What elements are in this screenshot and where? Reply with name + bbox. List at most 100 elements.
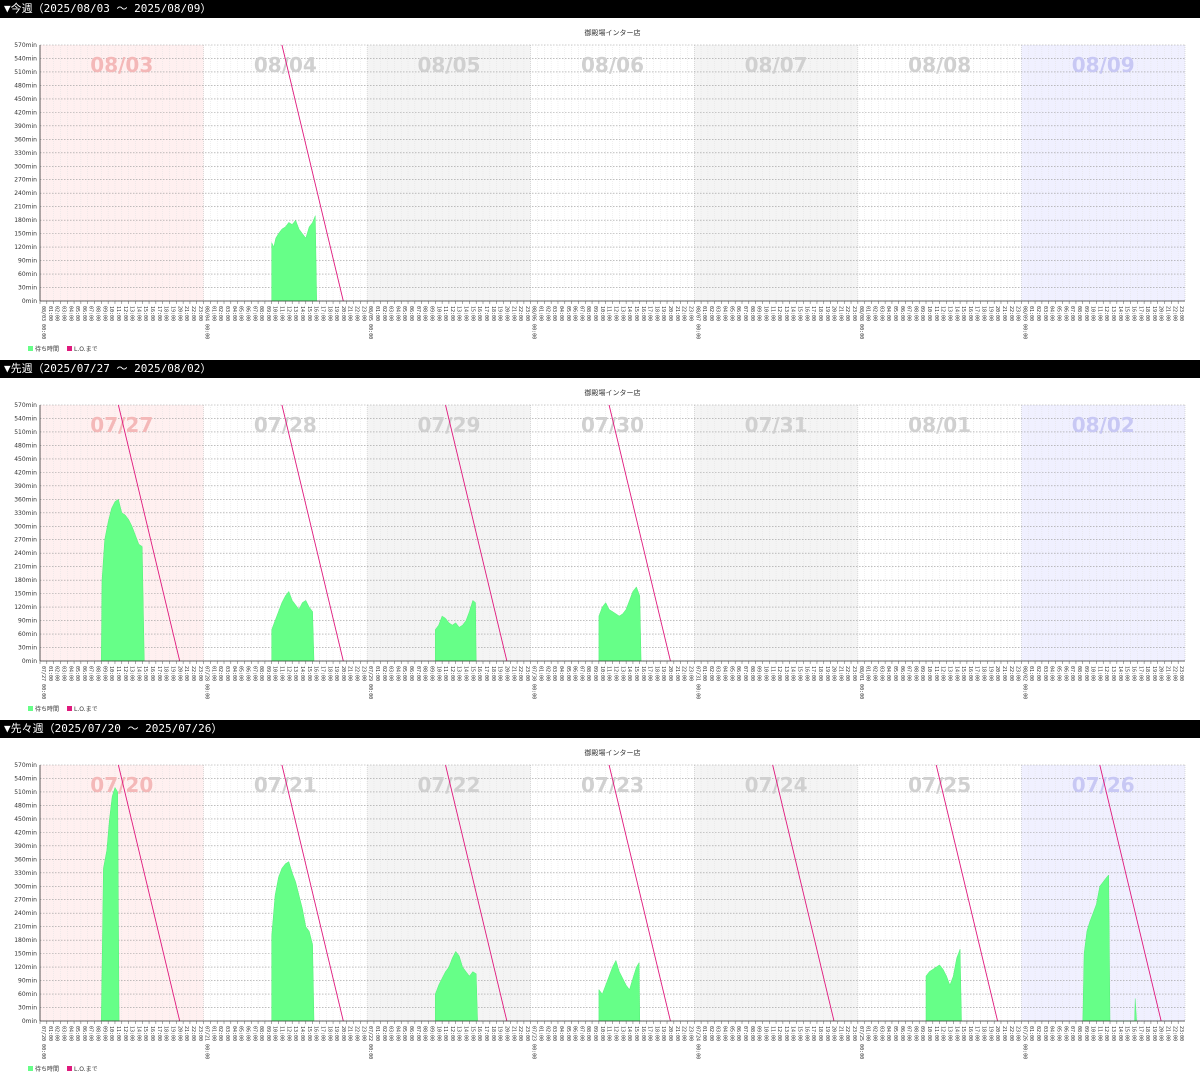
- x-tick-label: 03:00: [60, 306, 66, 321]
- x-tick-label: 07/27 00:00: [40, 666, 46, 699]
- x-tick-label: 03:00: [1042, 666, 1048, 681]
- x-tick-label: 19:00: [824, 306, 830, 321]
- x-tick-label: 15:00: [1124, 306, 1130, 321]
- x-tick-label: 17:00: [483, 306, 489, 321]
- y-tick-label: 60min: [18, 991, 37, 998]
- y-tick-label: 60min: [18, 271, 37, 278]
- x-tick-label: 22:00: [1171, 306, 1177, 321]
- legend-label-wait: 待ち時間: [35, 706, 60, 713]
- x-tick-label: 16:00: [476, 306, 482, 321]
- x-tick-label: 12:00: [285, 306, 291, 321]
- legend-item-lo: L.O.まで: [67, 704, 98, 713]
- x-tick-label: 14:00: [953, 306, 959, 321]
- x-tick-label: 05:00: [74, 666, 80, 681]
- x-tick-label: 11:00: [769, 666, 775, 681]
- x-tick-label: 21:00: [510, 1026, 516, 1041]
- x-tick-label: 23:00: [360, 306, 366, 321]
- x-tick-label: 12:00: [613, 306, 619, 321]
- x-tick-label: 02:00: [54, 666, 60, 681]
- wait-area: [271, 215, 317, 302]
- x-tick-label: 03:00: [715, 306, 721, 321]
- y-tick-label: 150min: [14, 591, 37, 598]
- x-tick-label: 16:00: [149, 1026, 155, 1041]
- x-tick-label: 11:00: [115, 666, 121, 681]
- x-tick-label: 06:00: [244, 306, 250, 321]
- y-tick-label: 270min: [14, 177, 37, 184]
- y-tick-label: 540min: [14, 55, 37, 62]
- x-tick-label: 20:00: [1158, 1026, 1164, 1041]
- x-tick-label: 03:00: [878, 1026, 884, 1041]
- y-tick-label: 150min: [14, 231, 37, 238]
- x-tick-label: 13:00: [783, 1026, 789, 1041]
- x-tick-label: 22:00: [354, 666, 360, 681]
- x-tick-label: 18:00: [490, 666, 496, 681]
- day-label: 07/26: [1072, 773, 1135, 797]
- x-tick-label: 21:00: [183, 306, 189, 321]
- x-tick-label: 07:00: [415, 306, 421, 321]
- x-tick-label: 09:00: [919, 1026, 925, 1041]
- x-tick-label: 03:00: [551, 666, 557, 681]
- x-tick-label: 01:00: [47, 306, 53, 321]
- x-tick-label: 20:00: [994, 1026, 1000, 1041]
- x-tick-label: 07:00: [906, 666, 912, 681]
- x-tick-label: 19:00: [333, 306, 339, 321]
- x-tick-label: 13:00: [129, 1026, 135, 1041]
- y-tick-label: 330min: [14, 510, 37, 517]
- x-tick-label: 10:00: [108, 1026, 114, 1041]
- x-tick-label: 18:00: [981, 1026, 987, 1041]
- x-tick-label: 16:00: [149, 306, 155, 321]
- x-tick-label: 08/04 00:00: [204, 306, 210, 339]
- y-tick-label: 510min: [14, 429, 37, 436]
- x-tick-label: 21:00: [837, 1026, 843, 1041]
- x-tick-label: 22:00: [1008, 1026, 1014, 1041]
- x-tick-label: 07:00: [1069, 306, 1075, 321]
- x-tick-label: 01:00: [374, 1026, 380, 1041]
- x-tick-label: 03:00: [551, 1026, 557, 1041]
- x-tick-label: 13:00: [456, 306, 462, 321]
- y-tick-label: 540min: [14, 415, 37, 422]
- x-tick-label: 11:00: [606, 1026, 612, 1041]
- x-tick-label: 06:00: [1062, 666, 1068, 681]
- x-tick-label: 15:00: [633, 1026, 639, 1041]
- x-tick-label: 06:00: [735, 306, 741, 321]
- x-tick-label: 12:00: [1103, 1026, 1109, 1041]
- x-tick-label: 21:00: [183, 1026, 189, 1041]
- x-tick-label: 16:00: [640, 1026, 646, 1041]
- x-tick-label: 09:00: [265, 306, 271, 321]
- x-tick-label: 03:00: [715, 666, 721, 681]
- x-tick-label: 12:00: [940, 1026, 946, 1041]
- x-tick-label: 19:00: [660, 306, 666, 321]
- x-tick-label: 06:00: [244, 1026, 250, 1041]
- x-tick-label: 14:00: [463, 666, 469, 681]
- x-tick-label: 21:00: [1001, 306, 1007, 321]
- x-tick-label: 21:00: [837, 666, 843, 681]
- x-tick-label: 09:00: [101, 1026, 107, 1041]
- x-tick-label: 10:00: [599, 1026, 605, 1041]
- x-tick-label: 06:00: [899, 666, 905, 681]
- x-tick-label: 02:00: [871, 666, 877, 681]
- x-tick-label: 05:00: [565, 306, 571, 321]
- x-tick-label: 13:00: [129, 666, 135, 681]
- x-tick-label: 10:00: [108, 306, 114, 321]
- x-tick-label: 10:00: [926, 666, 932, 681]
- x-tick-label: 17:00: [810, 1026, 816, 1041]
- x-tick-label: 08/08 00:00: [858, 306, 864, 339]
- x-tick-label: 08/07 00:00: [694, 306, 700, 339]
- y-tick-label: 390min: [14, 843, 37, 850]
- x-tick-label: 09:00: [265, 1026, 271, 1041]
- x-tick-label: 20:00: [503, 1026, 509, 1041]
- y-tick-label: 360min: [14, 136, 37, 143]
- x-tick-label: 11:00: [442, 1026, 448, 1041]
- x-tick-label: 11:00: [115, 1026, 121, 1041]
- x-tick-label: 16:00: [1130, 1026, 1136, 1041]
- wait-area: [271, 590, 315, 662]
- x-tick-label: 18:00: [817, 1026, 823, 1041]
- x-tick-label: 18:00: [817, 306, 823, 321]
- x-tick-label: 19:00: [824, 666, 830, 681]
- x-tick-label: 20:00: [503, 666, 509, 681]
- x-tick-label: 17:00: [483, 666, 489, 681]
- legend-swatch-lo: [67, 706, 73, 711]
- x-tick-label: 23:00: [687, 666, 693, 681]
- x-tick-label: 19:00: [169, 1026, 175, 1041]
- y-tick-label: 240min: [14, 550, 37, 557]
